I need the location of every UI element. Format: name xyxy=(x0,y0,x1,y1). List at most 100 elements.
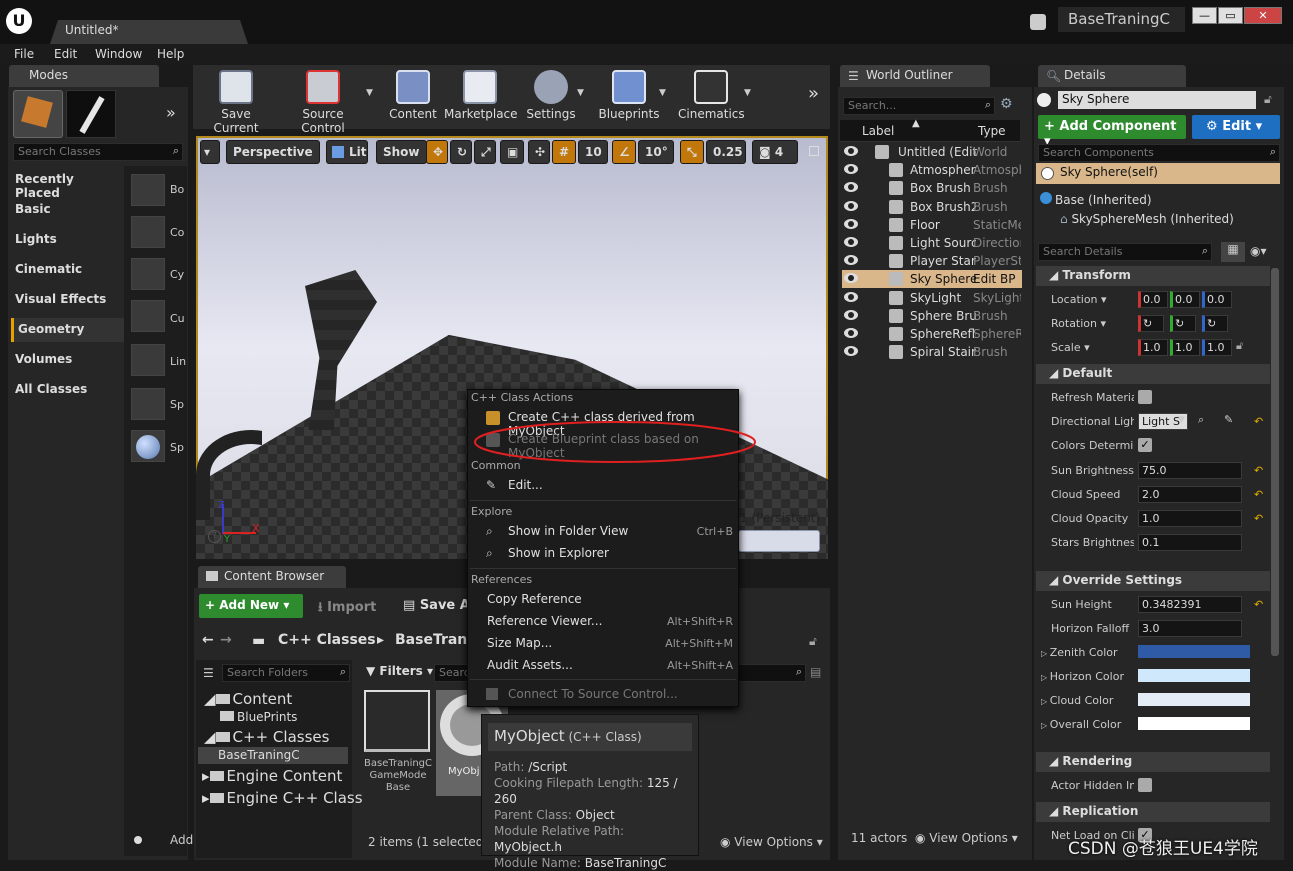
visibility-eye-icon[interactable] xyxy=(844,218,858,229)
breadcrumb-cpp[interactable]: C++ Classes xyxy=(278,632,376,648)
minimize-button[interactable]: — xyxy=(1192,7,1217,24)
category-visual-effects[interactable]: Visual Effects xyxy=(11,288,124,312)
color-swatch[interactable] xyxy=(1138,645,1250,658)
property-label[interactable]: ▷ Zenith Color xyxy=(1041,646,1124,659)
outliner-view-options-button[interactable]: ◉ View Options ▾ xyxy=(915,831,1018,845)
outliner-row[interactable]: SkyLight SkyLight xyxy=(842,289,1022,307)
location-y-field[interactable]: 0.0 xyxy=(1170,291,1200,308)
property-number-field[interactable]: 3.0 xyxy=(1138,620,1242,637)
forward-arrow-icon[interactable]: → xyxy=(220,632,232,648)
property-matrix-icon[interactable]: ▦ xyxy=(1221,242,1245,262)
rotation-y-field[interactable]: ↻ xyxy=(1170,315,1196,332)
search-details-input[interactable]: Search Details ⌕ xyxy=(1038,243,1212,261)
lit-button[interactable]: Lit xyxy=(326,140,368,164)
expand-arrow-icon[interactable]: ▷ xyxy=(1041,673,1050,682)
close-button[interactable]: ✕ xyxy=(1244,7,1282,24)
maximize-button[interactable]: ▭ xyxy=(1218,7,1243,24)
section-transform[interactable]: ◢ Transform xyxy=(1036,266,1270,286)
scale-label[interactable]: Scale ▾ xyxy=(1051,341,1134,354)
folder-basetraningc[interactable]: BaseTraningC xyxy=(198,747,348,764)
ctx-show-in-folder[interactable]: ⌕ Show in Folder View xyxy=(486,524,628,538)
grid-snap-icon[interactable]: # xyxy=(552,140,576,164)
visibility-eye-icon[interactable] xyxy=(844,237,858,247)
property-number-field[interactable]: 0.3482391 xyxy=(1138,596,1242,613)
add-component-button[interactable]: + Add Component ▾ xyxy=(1038,115,1186,149)
rotation-label[interactable]: Rotation ▾ xyxy=(1051,317,1134,330)
add-new-button[interactable]: + Add New ▾ xyxy=(199,594,303,618)
visibility-eye-icon[interactable] xyxy=(844,273,858,284)
property-label[interactable]: ▷ Cloud Color xyxy=(1041,694,1124,707)
category-all-classes[interactable]: All Classes xyxy=(11,378,124,402)
help-icon[interactable]: ? xyxy=(208,530,221,543)
chevron-down-icon[interactable]: ▼ xyxy=(366,88,373,98)
category-cinematic[interactable]: Cinematic xyxy=(11,258,124,282)
color-swatch[interactable] xyxy=(1138,717,1250,730)
rotate-tool-icon[interactable]: ↻ xyxy=(450,140,472,164)
reset-default-icon[interactable]: ↶ xyxy=(1254,488,1263,501)
outliner-row[interactable]: Floor StaticMe xyxy=(842,216,1022,234)
camera-speed-button[interactable]: ◙ 4 xyxy=(752,140,798,164)
back-arrow-icon[interactable]: ← xyxy=(202,632,214,648)
rotation-snap-dropdown[interactable]: 10° xyxy=(638,140,674,164)
cb-view-options-button[interactable]: ◉ View Options ▾ xyxy=(720,835,823,849)
column-label[interactable]: Label xyxy=(862,124,894,138)
linear-stair-icon[interactable] xyxy=(131,344,165,376)
ctx-edit[interactable]: ✎ Edit... xyxy=(486,478,543,492)
cylinder-brush-icon[interactable] xyxy=(131,258,165,290)
category-recently-placed[interactable]: Recently Placed xyxy=(11,168,124,200)
asset-gamemode[interactable]: BaseTraningC GameMode Base xyxy=(364,690,432,800)
perspective-button[interactable]: Perspective xyxy=(226,140,320,164)
world-outliner-tab[interactable]: ☰ World Outliner xyxy=(840,65,990,87)
outliner-row-type[interactable]: Edit BP xyxy=(973,272,1021,286)
section-rendering[interactable]: ◢ Rendering xyxy=(1036,752,1270,772)
outliner-search-input[interactable]: Search... ⌕ xyxy=(843,97,995,115)
visibility-eye-icon[interactable] xyxy=(844,146,858,156)
modes-tab[interactable]: Modes xyxy=(9,65,159,87)
save-search-icon[interactable]: ▤ xyxy=(810,665,821,679)
reset-default-icon[interactable]: ↶ xyxy=(1254,464,1263,477)
visibility-eye-icon[interactable] xyxy=(844,309,858,320)
sphere-brush-icon[interactable] xyxy=(131,430,165,462)
reset-default-icon[interactable]: ↶ xyxy=(1254,512,1263,525)
category-lights[interactable]: Lights xyxy=(11,228,124,252)
folder-engine-content[interactable]: ▸ Engine Content xyxy=(202,767,342,785)
paint-mode-icon[interactable] xyxy=(66,90,116,138)
spiral-stair-icon[interactable] xyxy=(131,388,165,420)
user-avatar-icon[interactable] xyxy=(1030,14,1046,30)
outliner-row[interactable]: SphereRefle SphereR xyxy=(842,325,1022,343)
outliner-row[interactable]: Player Start PlayerSt xyxy=(842,252,1022,270)
folder-content[interactable]: ◢ Content xyxy=(204,690,292,708)
scale-tool-icon[interactable]: ⤢ xyxy=(474,140,496,164)
reset-default-icon[interactable]: ↶ xyxy=(1254,598,1263,611)
property-checkbox[interactable]: ✓ xyxy=(1138,438,1152,453)
scale-snap-icon[interactable]: ⤡ xyxy=(680,140,704,164)
filters-button[interactable]: ▼ Filters ▾ xyxy=(366,664,433,678)
world-local-icon[interactable]: ▣ xyxy=(500,140,524,164)
outliner-row[interactable]: Sky Sphere Edit BP xyxy=(842,270,1022,289)
category-volumes[interactable]: Volumes xyxy=(11,348,124,372)
component-self[interactable]: Sky Sphere(self) xyxy=(1036,163,1280,184)
lock-scale-icon[interactable]: 🔓︎ xyxy=(1236,339,1243,353)
lock-icon[interactable]: 🔓︎ xyxy=(1264,92,1272,107)
cone-brush-icon[interactable] xyxy=(131,216,165,248)
outliner-row[interactable]: Box Brush Brush xyxy=(842,179,1022,197)
modes-expand-icon[interactable]: » xyxy=(166,103,176,122)
surface-snap-icon[interactable]: ✣ xyxy=(528,140,550,164)
menu-window[interactable]: Window xyxy=(95,47,142,61)
sort-icon[interactable]: ▲ xyxy=(912,118,920,129)
sources-toggle-icon[interactable]: ☰ xyxy=(203,666,214,680)
edit-blueprint-button[interactable]: ⚙ Edit ▾ xyxy=(1192,115,1280,139)
component-mesh[interactable]: ⌂ SkySphereMesh (Inherited) xyxy=(1060,212,1234,226)
ctx-reference-viewer[interactable]: Reference Viewer... xyxy=(487,614,602,628)
location-x-field[interactable]: 0.0 xyxy=(1138,291,1168,308)
translate-tool-icon[interactable]: ✥ xyxy=(426,140,448,164)
expand-arrow-icon[interactable]: ▷ xyxy=(1041,649,1050,658)
ctx-connect-source-control[interactable]: Connect To Source Control... xyxy=(486,687,678,701)
ctx-audit-assets[interactable]: Audit Assets... xyxy=(487,658,573,672)
viewport-options-button[interactable]: ▾ xyxy=(200,140,220,164)
menu-edit[interactable]: Edit xyxy=(54,47,77,61)
browse-icon[interactable]: ⌕ xyxy=(1198,413,1204,427)
place-mode-icon[interactable] xyxy=(13,90,63,138)
blueprints-button[interactable]: Blueprints xyxy=(598,68,660,126)
outliner-row[interactable]: Untitled (Editc World xyxy=(842,143,1022,161)
